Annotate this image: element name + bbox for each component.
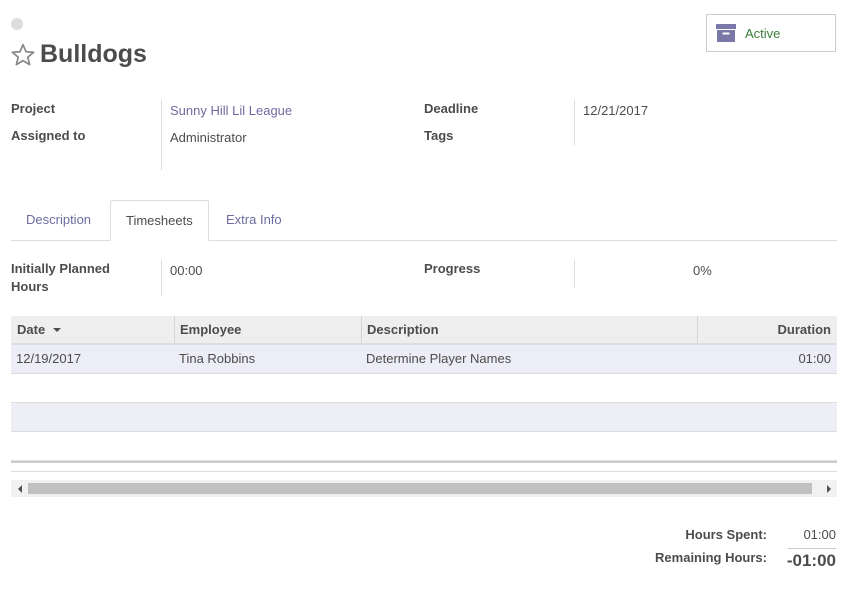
deadline-label: Deadline — [424, 101, 479, 116]
planned-hours-label-line1: Initially Planned — [11, 261, 110, 276]
cell-duration: 01:00 — [798, 351, 831, 366]
table-header: Date Employee Description Duration — [11, 316, 837, 345]
remaining-hours-value: -01:00 — [786, 551, 836, 570]
deadline-value[interactable]: 12/21/2017 — [583, 103, 648, 118]
project-label: Project — [11, 101, 56, 116]
divider — [574, 100, 575, 145]
project-link[interactable]: Sunny Hill Lil League — [170, 103, 292, 118]
timesheet-table: Date Employee Description Duration 12/19… — [11, 316, 837, 472]
tab-description[interactable]: Description — [11, 200, 106, 240]
hours-spent-label: Hours Spent: — [685, 527, 767, 542]
cell-description: Determine Player Names — [366, 351, 512, 366]
empty-row — [11, 432, 837, 461]
planned-hours-value[interactable]: 00:00 — [170, 263, 203, 278]
scroll-left-icon[interactable] — [11, 480, 28, 497]
divider — [161, 260, 162, 296]
page-title: Bulldogs — [40, 40, 147, 68]
empty-row — [11, 403, 837, 432]
archive-icon — [716, 24, 736, 42]
column-employee[interactable]: Employee — [180, 316, 241, 343]
tab-extra-info[interactable]: Extra Info — [211, 200, 297, 240]
tags-label: Tags — [424, 128, 454, 143]
table-row[interactable]: 12/19/2017 Tina Robbins Determine Player… — [11, 345, 837, 374]
planned-hours-label-line2: Hours — [11, 279, 49, 294]
assigned-label: Assigned to — [11, 128, 86, 143]
scrollbar-thumb[interactable] — [28, 483, 812, 494]
column-separator — [174, 316, 175, 343]
empty-row — [11, 374, 837, 403]
horizontal-scrollbar[interactable] — [11, 480, 837, 497]
column-separator — [361, 316, 362, 343]
divider — [574, 260, 575, 288]
divider — [161, 100, 162, 170]
remaining-hours-label: Remaining Hours: — [655, 550, 767, 565]
column-description[interactable]: Description — [367, 316, 439, 343]
title-row: Bulldogs — [10, 40, 147, 69]
star-icon[interactable] — [10, 42, 36, 68]
column-separator — [697, 316, 698, 343]
column-date-label: Date — [17, 322, 46, 337]
hours-spent-value: 01:00 — [803, 527, 836, 542]
tab-timesheets[interactable]: Timesheets — [110, 200, 209, 241]
cell-employee: Tina Robbins — [179, 351, 256, 366]
progress-label: Progress — [424, 261, 481, 276]
totals-divider — [788, 548, 836, 549]
assigned-value[interactable]: Administrator — [170, 130, 247, 145]
column-date[interactable]: Date — [17, 316, 62, 343]
status-dot — [11, 18, 23, 30]
active-toggle-button[interactable]: Active — [706, 14, 836, 52]
active-label: Active — [745, 25, 781, 41]
notebook-tabs: Description Timesheets Extra Info — [11, 200, 837, 241]
table-footer — [11, 461, 837, 472]
cell-date: 12/19/2017 — [16, 351, 82, 366]
progress-value: 0% — [693, 263, 712, 278]
scroll-right-icon[interactable] — [820, 480, 837, 497]
column-duration[interactable]: Duration — [778, 316, 831, 343]
sort-down-icon — [52, 328, 61, 332]
